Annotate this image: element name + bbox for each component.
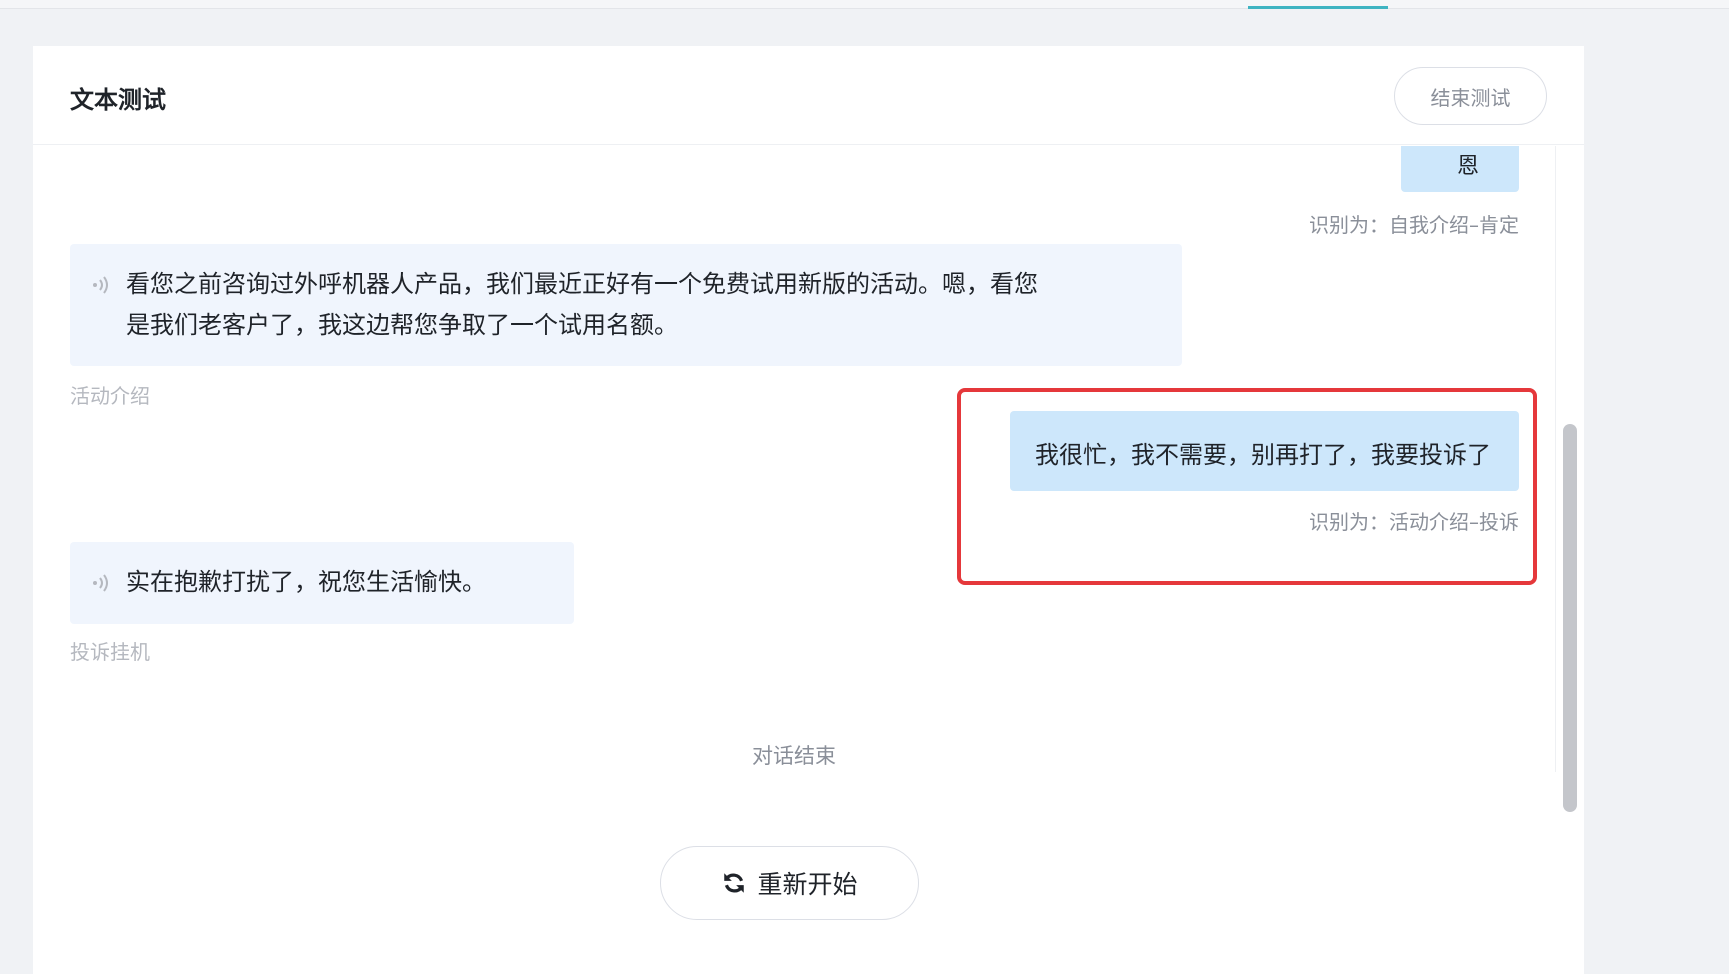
recognized-intent: 识别为：自我介绍–肯定 [1309,213,1519,237]
speaker-icon [93,276,108,294]
user-message-bubble: 恩 [1401,146,1519,192]
bot-message-text: 实在抱歉打扰了，祝您生活愉快。 [126,562,486,603]
node-label: 活动介绍 [70,384,150,408]
chat-scrollbar-thumb[interactable] [1563,424,1577,812]
bot-message-bubble: 实在抱歉打扰了，祝您生活愉快。 [70,542,574,624]
top-tab-strip [0,0,1729,9]
bot-message-text: 看您之前咨询过外呼机器人产品，我们最近正好有一个免费试用新版的活动。嗯，看您 是… [126,264,1038,346]
bot-message-line: 实在抱歉打扰了，祝您生活愉快。 [126,568,486,596]
user-message-text: 恩 [1457,154,1480,179]
refresh-icon [724,873,745,893]
bot-message-line: 是我们老客户了，我这边帮您争取了一个试用名额。 [126,311,678,339]
page-title: 文本测试 [70,86,166,114]
speaker-icon [93,574,108,592]
end-test-button[interactable]: 结束测试 [1394,67,1547,125]
bot-message-line: 看您之前咨询过外呼机器人产品，我们最近正好有一个免费试用新版的活动。嗯，看您 [126,270,1038,298]
restart-button[interactable]: 重新开始 [660,846,919,920]
restart-button-label: 重新开始 [757,871,858,899]
bot-message-bubble: 看您之前咨询过外呼机器人产品，我们最近正好有一个免费试用新版的活动。嗯，看您 是… [70,244,1182,366]
panel-header: 文本测试 结束测试 [33,46,1584,145]
node-label: 投诉挂机 [70,640,150,664]
dialog-end-label: 对话结束 [752,744,836,768]
active-tab-indicator [1248,6,1388,9]
highlight-annotation [957,388,1537,585]
text-test-panel: 文本测试 结束测试 恩 识别为：自我介绍–肯定 看您之前咨询过外呼机器人产品，我… [33,46,1584,974]
